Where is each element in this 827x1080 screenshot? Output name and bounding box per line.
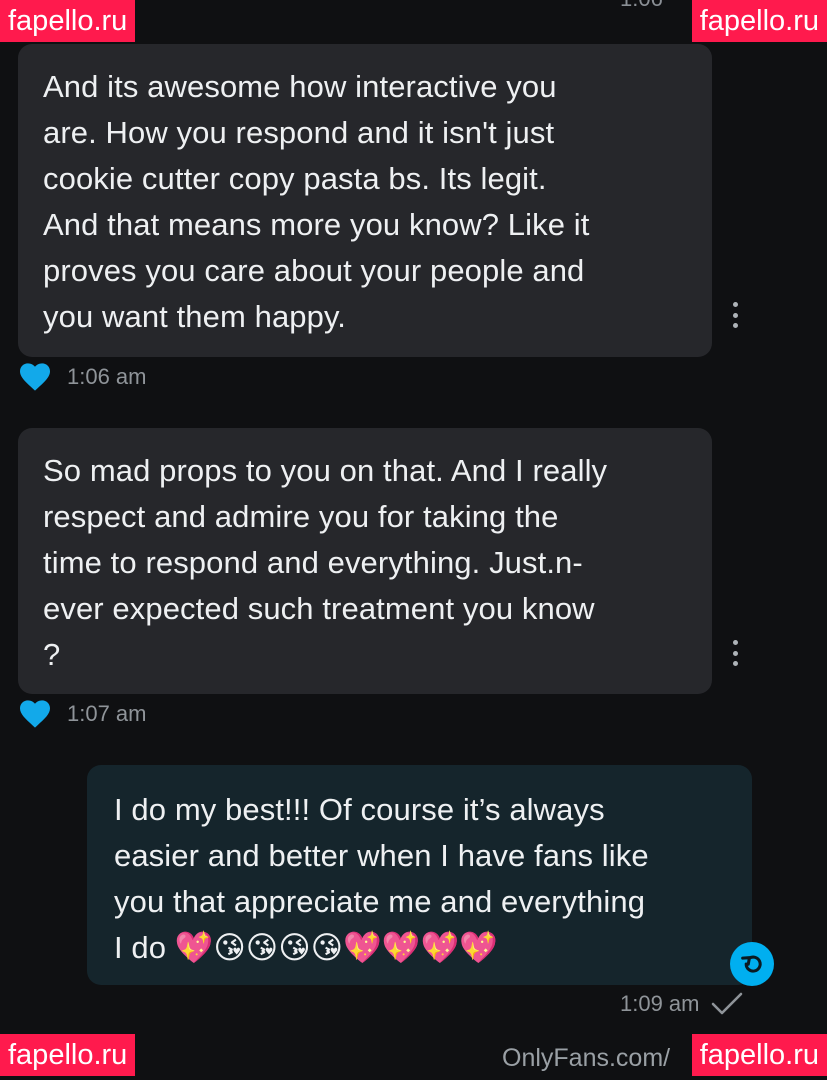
message-time: 1:09 am xyxy=(620,991,700,1016)
message-text: I do my best!!! Of course it’s always ea… xyxy=(114,792,649,965)
sent-check-icon xyxy=(711,992,742,1015)
message-text: And its awesome how interactive you are.… xyxy=(43,69,590,334)
like-heart-icon[interactable] xyxy=(18,362,52,392)
watermark-top-left: fapello.ru xyxy=(0,0,136,42)
like-heart-icon[interactable] xyxy=(18,699,52,729)
message-bubble-incoming[interactable]: And its awesome how interactive you are.… xyxy=(18,44,712,357)
message-bubble-incoming[interactable]: So mad props to you on that. And I reall… xyxy=(18,428,712,694)
reply-button[interactable] xyxy=(730,942,774,986)
message-time: 1:06 am xyxy=(67,364,147,389)
message-meta: 1:09 am xyxy=(620,991,744,1017)
watermark-top-right: fapello.ru xyxy=(691,0,827,42)
message-meta: 1:07 am xyxy=(18,699,147,729)
message-bubble-outgoing[interactable]: I do my best!!! Of course it’s always ea… xyxy=(87,765,752,985)
watermark-bottom-right: fapello.ru xyxy=(691,1034,827,1076)
message-options-icon[interactable] xyxy=(733,302,739,328)
message-time: 1:07 am xyxy=(67,701,147,726)
message-text: So mad props to you on that. And I reall… xyxy=(43,453,608,672)
footer-watermark: OnlyFans.com/ xyxy=(502,1044,671,1072)
message-options-icon[interactable] xyxy=(733,640,739,666)
previous-message-time: 1:06 xyxy=(620,0,663,12)
watermark-bottom-left: fapello.ru xyxy=(0,1034,136,1076)
undo-arrow-icon xyxy=(741,955,762,973)
message-meta: 1:06 am xyxy=(18,362,147,392)
